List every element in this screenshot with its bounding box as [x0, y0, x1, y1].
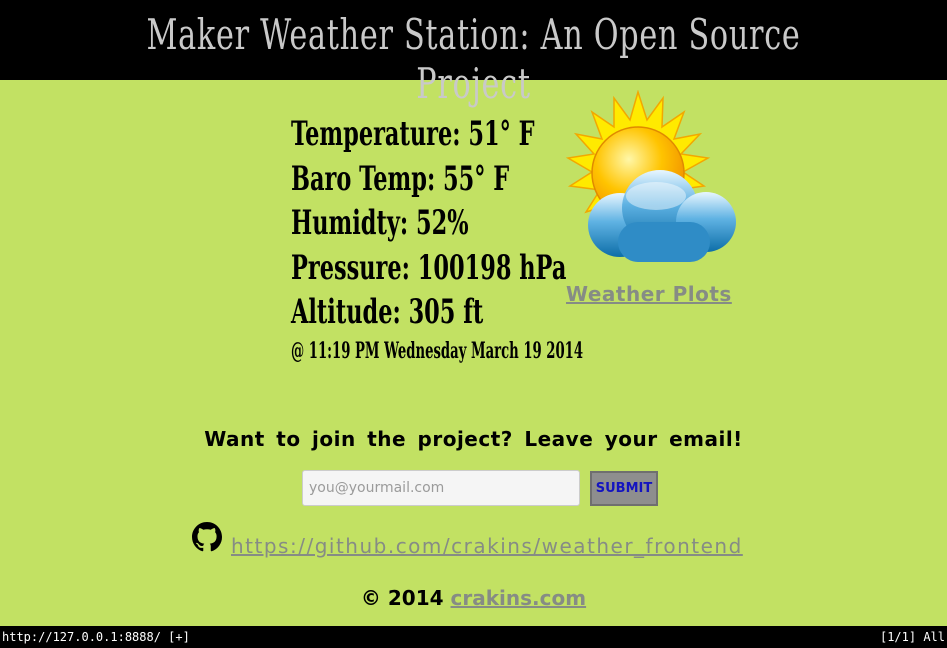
status-position: [1/1] All: [879, 630, 945, 644]
status-url: http://127.0.0.1:8888/ [+]: [2, 630, 190, 644]
github-repo-link[interactable]: https://github.com/crakins/weather_front…: [231, 534, 743, 558]
sun-behind-cloud-icon: [565, 90, 736, 262]
email-input[interactable]: [302, 470, 580, 506]
submit-button[interactable]: SUBMIT: [590, 471, 658, 506]
reading-timestamp: @ 11:19 PM Wednesday March 19 2014: [291, 337, 584, 364]
page-header: Maker Weather Station: An Open Source Pr…: [0, 0, 947, 108]
browser-statusbar: http://127.0.0.1:8888/ [+] [1/1] All: [0, 626, 947, 648]
crakins-site-link[interactable]: crakins.com: [451, 586, 587, 610]
altitude-reading: Altitude: 305 ft: [291, 292, 484, 332]
temperature-reading: Temperature: 51° F: [291, 114, 535, 154]
join-prompt: Want to join the project? Leave your ema…: [204, 427, 743, 451]
weather-readings: Temperature: 51° F Baro Temp: 55° F Humi…: [291, 112, 584, 364]
footer: © 2014 crakins.com: [0, 586, 947, 610]
humidity-reading: Humidty: 52%: [291, 203, 469, 243]
pressure-reading: Pressure: 100198 hPa: [291, 247, 567, 288]
copyright-text: © 2014: [360, 586, 444, 610]
weather-plots-link[interactable]: Weather Plots: [566, 282, 732, 306]
github-icon[interactable]: [192, 522, 222, 552]
baro-temp-reading: Baro Temp: 55° F: [291, 158, 510, 199]
